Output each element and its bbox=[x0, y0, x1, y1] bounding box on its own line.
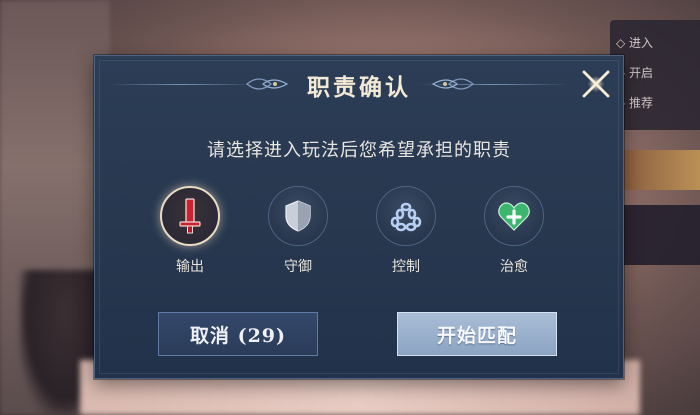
background-side-tab bbox=[622, 150, 700, 190]
role-icon-frame bbox=[376, 186, 436, 246]
start-matching-button[interactable]: 开始匹配 bbox=[397, 312, 557, 356]
side-panel-line: ◇ 开启 bbox=[616, 66, 654, 80]
side-panel-line: ◇ 进入 bbox=[616, 36, 654, 50]
cancel-button[interactable]: 取消 (29) bbox=[158, 312, 318, 356]
side-panel-line: ◇ 推荐 bbox=[616, 96, 654, 110]
role-icon-frame bbox=[484, 186, 544, 246]
role-option-heal[interactable]: 治愈 bbox=[479, 186, 549, 286]
role-icon-frame bbox=[268, 186, 328, 246]
role-icon-frame bbox=[160, 186, 220, 246]
close-button[interactable] bbox=[577, 65, 615, 103]
role-label: 输出 bbox=[176, 259, 204, 275]
dialog-title: 职责确认 bbox=[307, 74, 411, 101]
close-x-icon bbox=[582, 70, 610, 98]
heal-heart-icon bbox=[498, 202, 530, 231]
role-label: 治愈 bbox=[500, 259, 528, 275]
dialog-prompt: 请选择进入玩法后您希望承担的职责 bbox=[207, 140, 511, 161]
role-option-defense[interactable]: 守御 bbox=[263, 186, 333, 286]
background-side-icons bbox=[622, 205, 700, 265]
role-option-output[interactable]: 输出 bbox=[155, 186, 225, 286]
chain-triangle-icon bbox=[390, 202, 422, 232]
role-option-control[interactable]: 控制 bbox=[371, 186, 441, 286]
role-label: 控制 bbox=[392, 259, 420, 275]
shield-icon bbox=[285, 200, 311, 232]
role-label: 守御 bbox=[284, 259, 312, 275]
sword-icon bbox=[179, 198, 201, 234]
role-confirm-dialog: 职责确认 请选择进入玩法后您希望承担的职责 输出 守御 控制 治愈 取消 (29… bbox=[94, 55, 624, 379]
